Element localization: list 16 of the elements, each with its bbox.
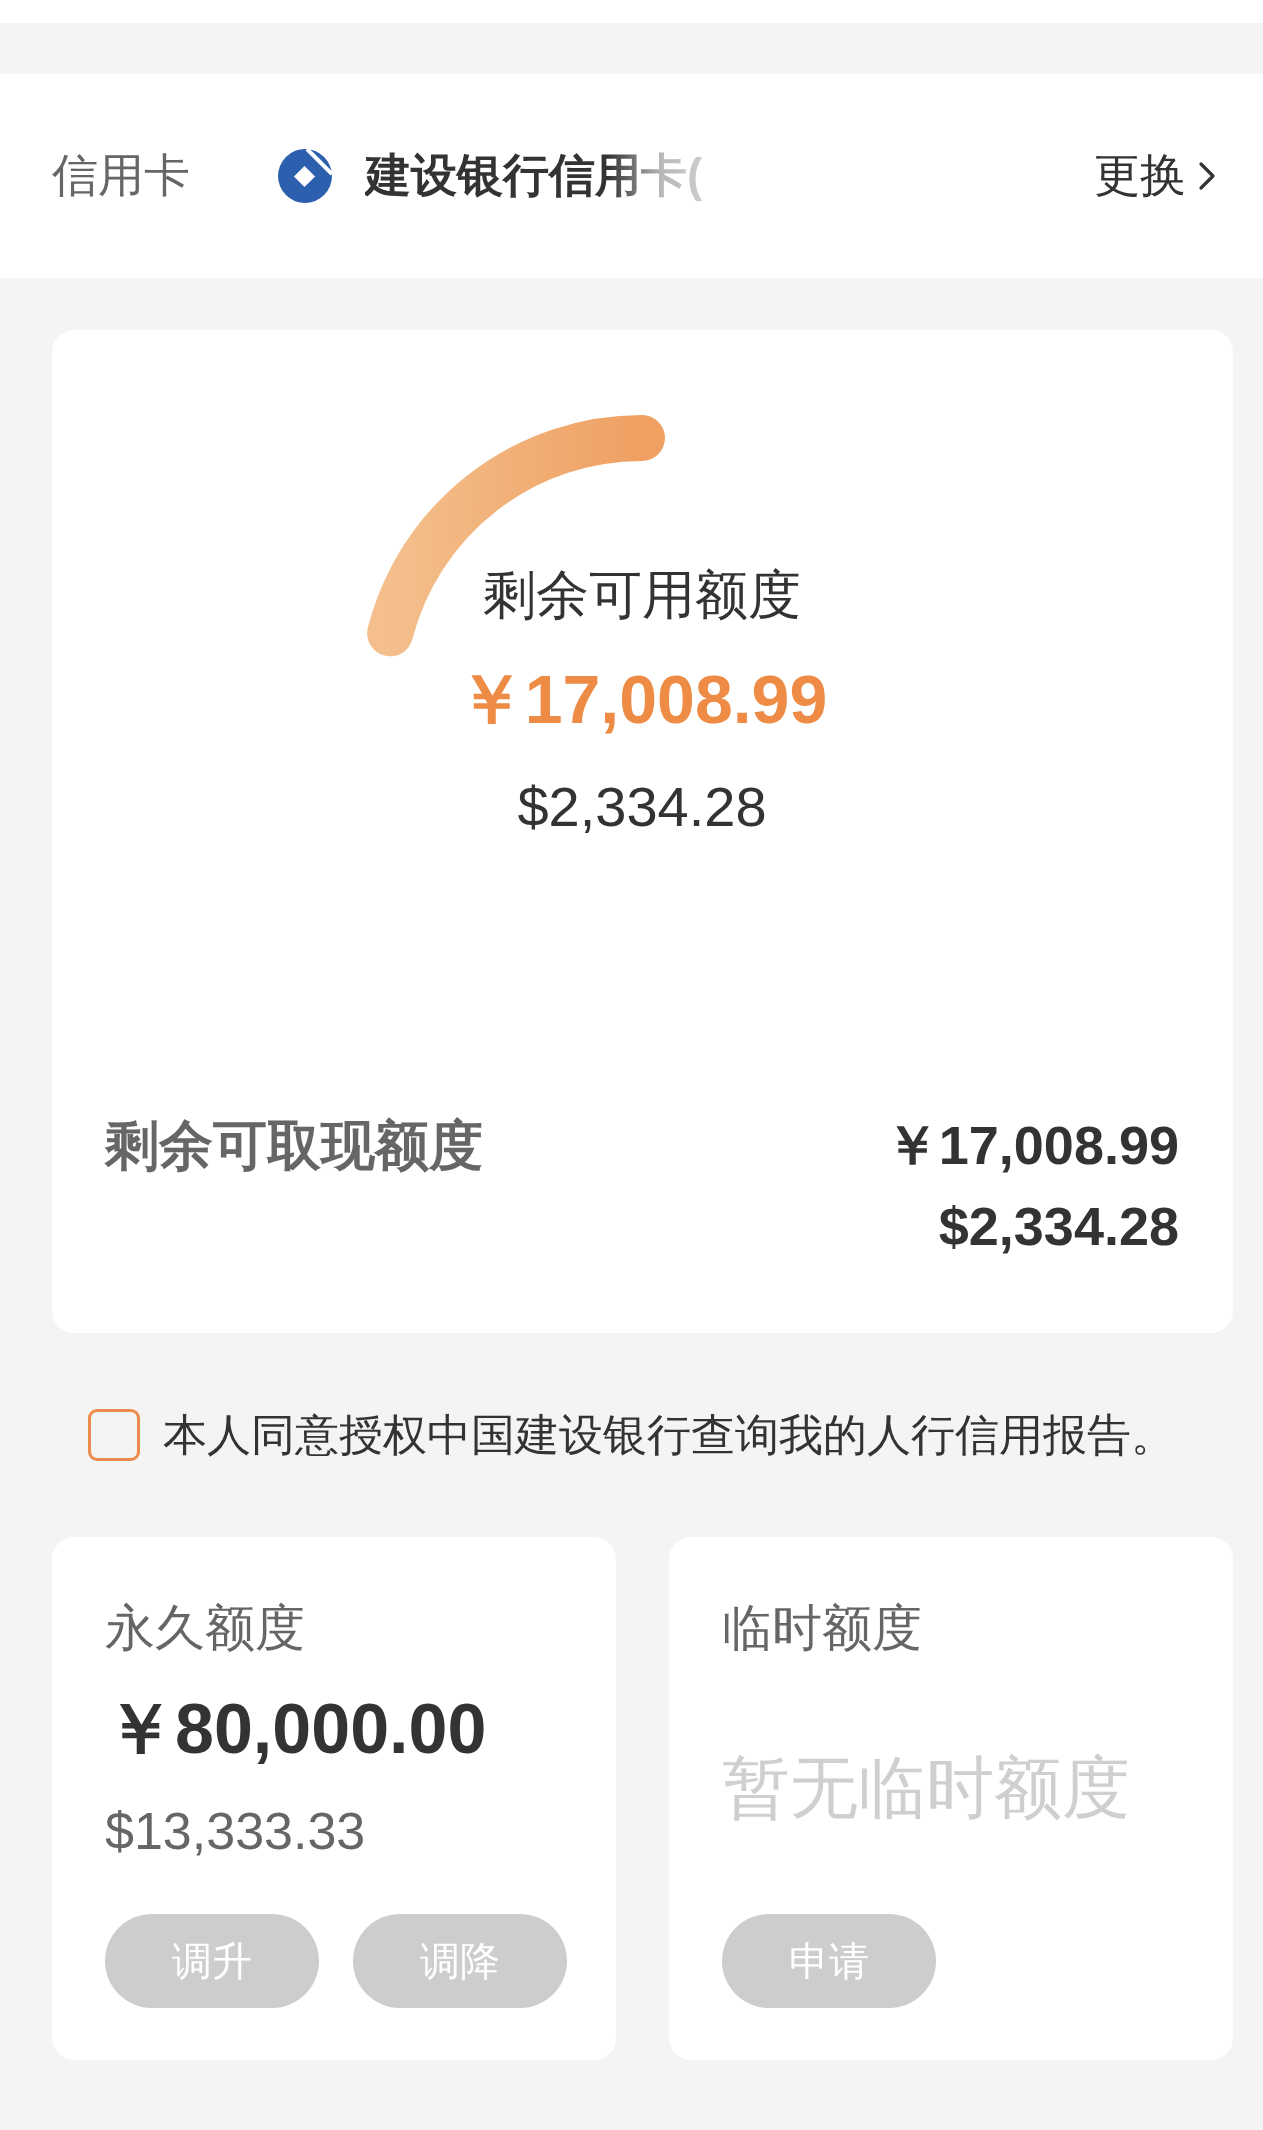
change-link[interactable]: 更换 xyxy=(1094,148,1222,204)
consent-text: 本人同意授权中国建设银行查询我的人行信用报告。 xyxy=(163,1409,1175,1461)
card-name: 建设银行信用卡( xyxy=(365,148,703,204)
cash-credit-usd: $2,334.28 xyxy=(938,1195,1179,1258)
limit-amount-usd: $13,333.33 xyxy=(105,1801,366,1862)
cash-credit-title: 剩余可取现额度 xyxy=(105,1114,483,1177)
limit-title: 临时额度 xyxy=(722,1599,922,1657)
limit-amount-cny: ￥80,000.00 xyxy=(105,1689,487,1770)
cash-credit-cny: ￥17,008.99 xyxy=(884,1114,1179,1177)
checkbox[interactable] xyxy=(88,1409,140,1461)
logo-icon xyxy=(278,149,332,203)
available-credit-title: 剩余可用额度 xyxy=(483,564,801,626)
card-type-label: 信用卡 xyxy=(52,148,191,204)
limit-title: 永久额度 xyxy=(105,1599,305,1657)
available-credit-cny: ￥17,008.99 xyxy=(456,660,828,739)
available-credit-usd: $2,334.28 xyxy=(517,774,767,840)
